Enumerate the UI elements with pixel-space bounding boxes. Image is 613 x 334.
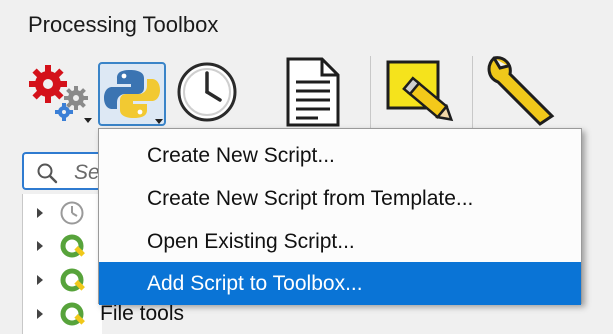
menu-item-open-existing-script[interactable]: Open Existing Script... (99, 220, 581, 263)
history-button[interactable] (176, 60, 238, 124)
processing-toolbar (0, 48, 613, 128)
search-placeholder: Se (74, 161, 100, 184)
scripts-dropdown-arrow-icon (155, 119, 163, 124)
qgis-q-icon (60, 302, 85, 326)
qgis-q-icon (60, 268, 85, 292)
models-gears-icon (29, 65, 88, 121)
menu-item-create-from-template[interactable]: Create New Script from Template... (99, 177, 581, 220)
algorithm-tree (22, 194, 102, 334)
expand-arrow-icon[interactable] (37, 275, 43, 285)
menu-item-add-script-to-toolbox[interactable]: Add Script to Toolbox... (99, 262, 581, 305)
toolbar-separator (370, 56, 371, 128)
tree-item-label: File tools (100, 302, 185, 325)
panel-title: Processing Toolbox (28, 12, 219, 37)
search-icon (37, 163, 58, 184)
results-document-icon (286, 57, 340, 127)
search-input[interactable]: Se (22, 152, 102, 190)
results-button[interactable] (284, 56, 342, 128)
expand-arrow-icon[interactable] (37, 309, 43, 319)
recent-clock-icon (60, 201, 84, 225)
toolbar-separator (472, 56, 473, 128)
edit-features-button[interactable] (384, 56, 456, 128)
qgis-q-icon (60, 234, 85, 258)
options-wrench-icon (487, 56, 555, 126)
expand-arrow-icon[interactable] (37, 208, 43, 218)
options-button[interactable] (484, 52, 564, 128)
menu-item-create-new-script[interactable]: Create New Script... (99, 134, 581, 177)
expand-arrow-icon[interactable] (37, 241, 43, 251)
python-scripts-icon (104, 70, 160, 118)
panel-background (582, 128, 613, 327)
history-clock-icon (177, 62, 237, 122)
edit-features-pencil-icon (386, 60, 454, 122)
scripts-dropdown-menu: Create New Script... Create New Script f… (98, 128, 582, 305)
scripts-button[interactable] (98, 62, 166, 126)
models-dropdown-arrow-icon (84, 118, 92, 123)
models-button[interactable] (26, 62, 96, 124)
